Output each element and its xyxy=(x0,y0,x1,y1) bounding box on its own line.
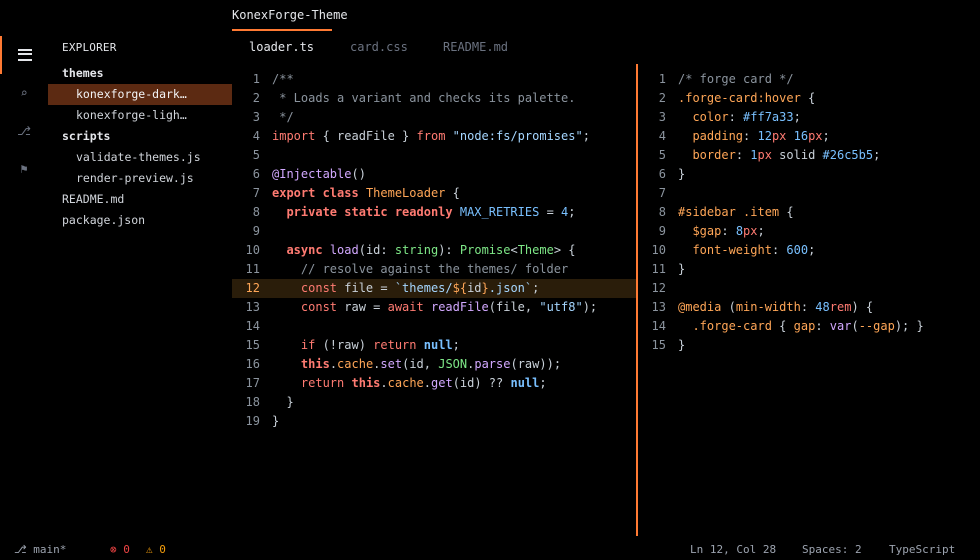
code-line: 15} xyxy=(651,338,686,352)
code-line: 7 xyxy=(658,186,666,200)
code-line: 10 font-weight: 600; xyxy=(651,243,816,257)
code-line: 5 xyxy=(252,148,260,162)
tree-item-label: package.json xyxy=(62,213,146,227)
code-line: 13 const raw = await readFile(file, "utf… xyxy=(245,300,598,314)
code-line: 6 @Injectable() xyxy=(252,167,366,181)
explorer-panel: EXPLORER themes konexforge-dark.json kon… xyxy=(48,36,232,540)
tree-item-label: konexforge-light.json xyxy=(76,108,188,122)
tree-file-konexforge-light[interactable]: konexforge-light.json xyxy=(48,105,232,126)
cursor-position[interactable]: Ln 12, Col 28 xyxy=(690,543,776,556)
code-line: 4 import { readFile } from "node:fs/promi… xyxy=(252,129,590,143)
error-count[interactable]: ⊗ 0 xyxy=(110,543,130,556)
code-line: 11 // resolve against the themes/ folder xyxy=(245,262,569,276)
editor-pane-css[interactable]: 1/* forge card */ 2 .forge-card:hover { 3… xyxy=(638,70,980,370)
tree-item-label: konexforge-dark.json xyxy=(76,87,188,101)
explorer-title: EXPLORER xyxy=(62,41,117,54)
tree-item-label: validate-themes.js xyxy=(76,150,201,164)
code-line: 2 * Loads a variant and checks its palet… xyxy=(252,91,576,105)
window-title[interactable]: KonexForge-Theme xyxy=(232,8,348,22)
code-line: 14 xyxy=(245,319,260,333)
tree-file-konexforge-dark[interactable]: konexforge-dark.json xyxy=(48,84,232,105)
code-line: 13 @media (min-width: 48rem) { xyxy=(651,300,874,314)
tree-folder-themes[interactable]: themes xyxy=(48,63,232,84)
branch-indicator[interactable]: ⎇ main* xyxy=(14,543,66,556)
tree-item-label: scripts xyxy=(62,129,111,143)
code-line: 17 return this.cache.get(id) ?? null; xyxy=(245,376,547,390)
code-line: 14 .forge-card { gap: var(--gap); } xyxy=(651,319,924,333)
tree-folder-scripts[interactable]: scripts xyxy=(48,126,232,147)
tree-item-label: render-preview.js xyxy=(76,171,194,185)
tab-card-css[interactable]: card.css xyxy=(350,40,408,54)
tab-readme-md[interactable]: README.md xyxy=(443,40,508,54)
code-line: 1/** xyxy=(252,72,294,86)
explorer-icon[interactable] xyxy=(0,36,48,74)
code-line: 7 export class ThemeLoader { xyxy=(252,186,460,200)
tree-item-label: README.md xyxy=(62,192,125,206)
code-line: 8 #sidebar .item { xyxy=(658,205,794,219)
code-line: 11} xyxy=(651,262,686,276)
tree-item-label: themes xyxy=(62,66,104,80)
status-bar: ⎇ main* ⊗ 0 ⚠ 0 Ln 12, Col 28 Spaces: 2 … xyxy=(0,540,980,560)
code-line: 10 async load(id: string): Promise<Theme… xyxy=(245,243,576,257)
code-line: 6} xyxy=(658,167,686,181)
code-line: 3 */ xyxy=(252,110,294,124)
current-line: 12 const file = `themes/${id}.json`; xyxy=(232,279,636,298)
code-line: 18 } xyxy=(245,395,294,409)
tree-file-readme[interactable]: README.md xyxy=(48,189,232,210)
tree-file-package-json[interactable]: package.json xyxy=(48,210,232,231)
code-line: 1/* forge card */ xyxy=(658,72,794,86)
code-line: 9 $gap: 8px; xyxy=(658,224,765,238)
source-control-icon[interactable]: ⎇ xyxy=(0,112,48,150)
code-line: 16 this.cache.set(id, JSON.parse(raw)); xyxy=(245,357,562,371)
activity-bar: ⌕ ⎇ ⚑ xyxy=(0,36,48,540)
search-icon[interactable]: ⌕ xyxy=(0,74,48,112)
indentation-setting[interactable]: Spaces: 2 xyxy=(802,543,862,556)
code-line: 3 color: #ff7a33; xyxy=(658,110,801,124)
code-line: 4 padding: 12px 16px; xyxy=(658,129,830,143)
warning-count[interactable]: ⚠ 0 xyxy=(146,543,166,556)
code-line: 2 .forge-card:hover { xyxy=(658,91,816,105)
code-line: 12 xyxy=(651,281,666,295)
code-line: 19} xyxy=(245,414,280,428)
flag-icon[interactable]: ⚑ xyxy=(0,150,48,188)
editor-pane-typescript[interactable]: 1/** 2 * Loads a variant and checks its … xyxy=(232,70,636,470)
language-mode[interactable]: TypeScript xyxy=(889,543,955,556)
tab-loader-ts[interactable]: loader.ts xyxy=(249,40,314,54)
title-tab-indicator xyxy=(232,29,332,31)
code-line: 5 border: 1px solid #26c5b5; xyxy=(658,148,881,162)
tree-file-validate-themes[interactable]: validate-themes.js xyxy=(48,147,232,168)
code-line: 8 private static readonly MAX_RETRIES = … xyxy=(252,205,576,219)
code-line: 15 if (!raw) return null; xyxy=(245,338,460,352)
code-line: 9 xyxy=(252,224,260,238)
tree-file-render-preview[interactable]: render-preview.js xyxy=(48,168,232,189)
